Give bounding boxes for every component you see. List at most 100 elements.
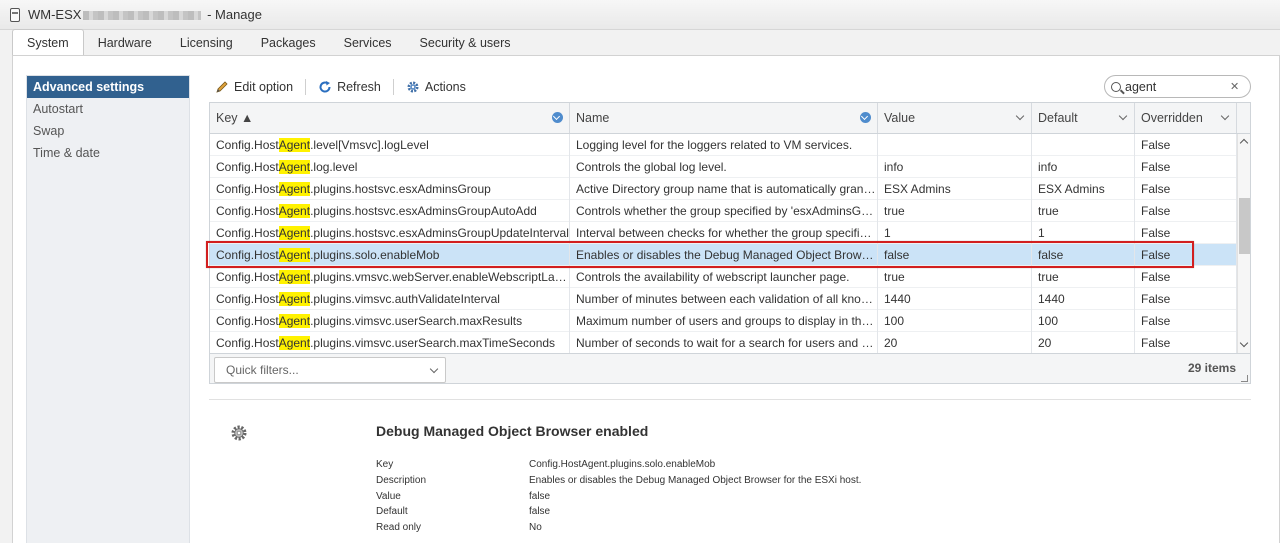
column-header-default[interactable]: Default — [1032, 103, 1135, 133]
cell-name: Controls the availability of webscript l… — [570, 266, 878, 288]
details-title: Debug Managed Object Browser enabled — [376, 423, 649, 439]
refresh-icon — [319, 81, 331, 93]
cell-overridden: False — [1135, 134, 1237, 156]
toolbar-divider — [392, 79, 394, 95]
key-text: Config.Host — [216, 182, 279, 196]
cell-value: false — [878, 244, 1032, 266]
column-header-name[interactable]: Name — [570, 103, 878, 133]
edit-option-button[interactable]: Edit option — [213, 80, 295, 94]
column-menu-icon[interactable] — [860, 112, 871, 123]
actions-button[interactable]: Actions — [404, 80, 468, 94]
tab-system[interactable]: System — [12, 29, 84, 55]
column-header-key-label: Key ▲ — [216, 111, 254, 125]
key-text: Config.Host — [216, 314, 279, 328]
column-header-overridden-label: Overridden — [1141, 111, 1203, 125]
grid-header: Key ▲ Name Value Default Overridden — [210, 103, 1250, 134]
search-icon — [1111, 81, 1121, 92]
details-field-value: Config.HostAgent.plugins.solo.enableMob — [529, 459, 716, 470]
cell-name: Number of minutes between each validatio… — [570, 288, 878, 310]
resize-handle-icon[interactable] — [1241, 375, 1248, 382]
column-header-value-label: Value — [884, 111, 916, 125]
cell-value: 1440 — [878, 288, 1032, 310]
refresh-button[interactable]: Refresh — [316, 80, 383, 94]
sidebar-item-time-date[interactable]: Time & date — [27, 142, 189, 164]
actions-label: Actions — [424, 80, 466, 94]
chevron-down-icon[interactable] — [1220, 111, 1230, 121]
column-header-key[interactable]: Key ▲ — [210, 103, 570, 133]
table-row[interactable]: Config.HostAgent.plugins.vimsvc.userSear… — [210, 332, 1237, 354]
cell-key: Config.HostAgent.plugins.hostsvc.esxAdmi… — [210, 200, 570, 222]
cell-default: info — [1032, 156, 1135, 178]
table-row[interactable]: Config.HostAgent.plugins.hostsvc.esxAdmi… — [210, 222, 1237, 244]
key-text: Config.Host — [216, 204, 279, 218]
sidebar-item-autostart[interactable]: Autostart — [27, 98, 189, 120]
cell-overridden: False — [1135, 332, 1237, 354]
search-input[interactable] — [1125, 79, 1230, 94]
search-match-highlight: Agent — [278, 314, 311, 328]
quick-filters-dropdown[interactable]: Quick filters... — [214, 357, 446, 383]
cell-name: Interval between checks for whether the … — [570, 222, 878, 244]
cell-value: 20 — [878, 332, 1032, 354]
table-row[interactable]: Config.HostAgent.plugins.hostsvc.esxAdmi… — [210, 200, 1237, 222]
scrollbar-thumb[interactable] — [1239, 198, 1250, 254]
table-row[interactable]: Config.HostAgent.plugins.hostsvc.esxAdmi… — [210, 178, 1237, 200]
tab-services[interactable]: Services — [330, 31, 406, 55]
cell-key: Config.HostAgent.plugins.vimsvc.userSear… — [210, 332, 570, 354]
sidebar-item-swap[interactable]: Swap — [27, 120, 189, 142]
tab-hardware[interactable]: Hardware — [84, 31, 166, 55]
cell-value: true — [878, 266, 1032, 288]
tab-security-users[interactable]: Security & users — [406, 31, 525, 55]
scroll-down-icon[interactable] — [1239, 338, 1249, 348]
table-row[interactable]: Config.HostAgent.level[Vmsvc].logLevel Lo… — [210, 134, 1237, 156]
column-menu-icon[interactable] — [552, 112, 563, 123]
cell-value: 100 — [878, 310, 1032, 332]
key-text: Config.Host — [216, 226, 279, 240]
details-pane: Debug Managed Object Browser enabled Key… — [209, 399, 1251, 543]
search-box: ✕ — [1104, 75, 1251, 98]
sidebar: Advanced settings Autostart Swap Time & … — [26, 75, 190, 543]
gear-icon — [231, 425, 247, 441]
column-header-value[interactable]: Value — [878, 103, 1032, 133]
table-row[interactable]: Config.HostAgent.plugins.vimsvc.userSear… — [210, 310, 1237, 332]
table-row[interactable]: Config.HostAgent.plugins.vmsvc.webServer… — [210, 266, 1237, 288]
chevron-down-icon[interactable] — [1118, 111, 1128, 121]
column-header-overridden[interactable]: Overridden — [1135, 103, 1237, 133]
grid-body: Config.HostAgent.level[Vmsvc].logLevel Lo… — [210, 134, 1237, 354]
cell-key: Config.HostAgent.level[Vmsvc].logLevel — [210, 134, 570, 156]
tab-packages[interactable]: Packages — [247, 31, 330, 55]
key-text: .plugins.vimsvc.userSearch.maxResults — [310, 314, 523, 328]
cell-default: 100 — [1032, 310, 1135, 332]
host-icon — [10, 7, 20, 22]
table-row[interactable]: Config.HostAgent.plugins.vimsvc.authVali… — [210, 288, 1237, 310]
cell-default: 20 — [1032, 332, 1135, 354]
search-match-highlight: Agent — [278, 204, 311, 218]
key-text: Config.Host — [216, 160, 279, 174]
cell-overridden: False — [1135, 310, 1237, 332]
key-text: .plugins.hostsvc.esxAdminsGroupAutoAdd — [310, 204, 537, 218]
gear-icon — [407, 81, 419, 93]
search-match-highlight: Agent — [278, 292, 311, 306]
cell-key: Config.HostAgent.plugins.vimsvc.authVali… — [210, 288, 570, 310]
tab-licensing[interactable]: Licensing — [166, 31, 247, 55]
sidebar-item-advanced-settings[interactable]: Advanced settings — [27, 76, 189, 98]
details-field-value: No — [529, 522, 542, 533]
cell-value: 1 — [878, 222, 1032, 244]
cell-overridden: False — [1135, 200, 1237, 222]
details-field-value: false — [529, 506, 551, 517]
table-row[interactable]: Config.HostAgent.log.level Controls the g… — [210, 156, 1237, 178]
quick-filters-placeholder: Quick filters... — [226, 363, 299, 377]
chevron-down-icon[interactable] — [1015, 111, 1025, 121]
item-count: 29 items — [1187, 361, 1236, 375]
cell-overridden: False — [1135, 222, 1237, 244]
vertical-scrollbar[interactable] — [1237, 134, 1250, 353]
clear-search-icon[interactable]: ✕ — [1230, 80, 1239, 93]
key-text: .level[Vmsvc].logLevel — [310, 138, 429, 152]
key-text: .plugins.hostsvc.esxAdminsGroup — [310, 182, 491, 196]
scroll-up-icon[interactable] — [1239, 138, 1249, 148]
details-field-label: Read only — [376, 522, 422, 533]
search-match-highlight: Agent — [278, 226, 311, 240]
search-match-highlight: Agent — [278, 160, 311, 174]
tab-bar: System Hardware Licensing Packages Servi… — [0, 29, 1280, 55]
table-row-selected[interactable]: Config.HostAgent.plugins.solo.enableMob E… — [210, 244, 1237, 266]
key-text: Config.Host — [216, 336, 279, 350]
